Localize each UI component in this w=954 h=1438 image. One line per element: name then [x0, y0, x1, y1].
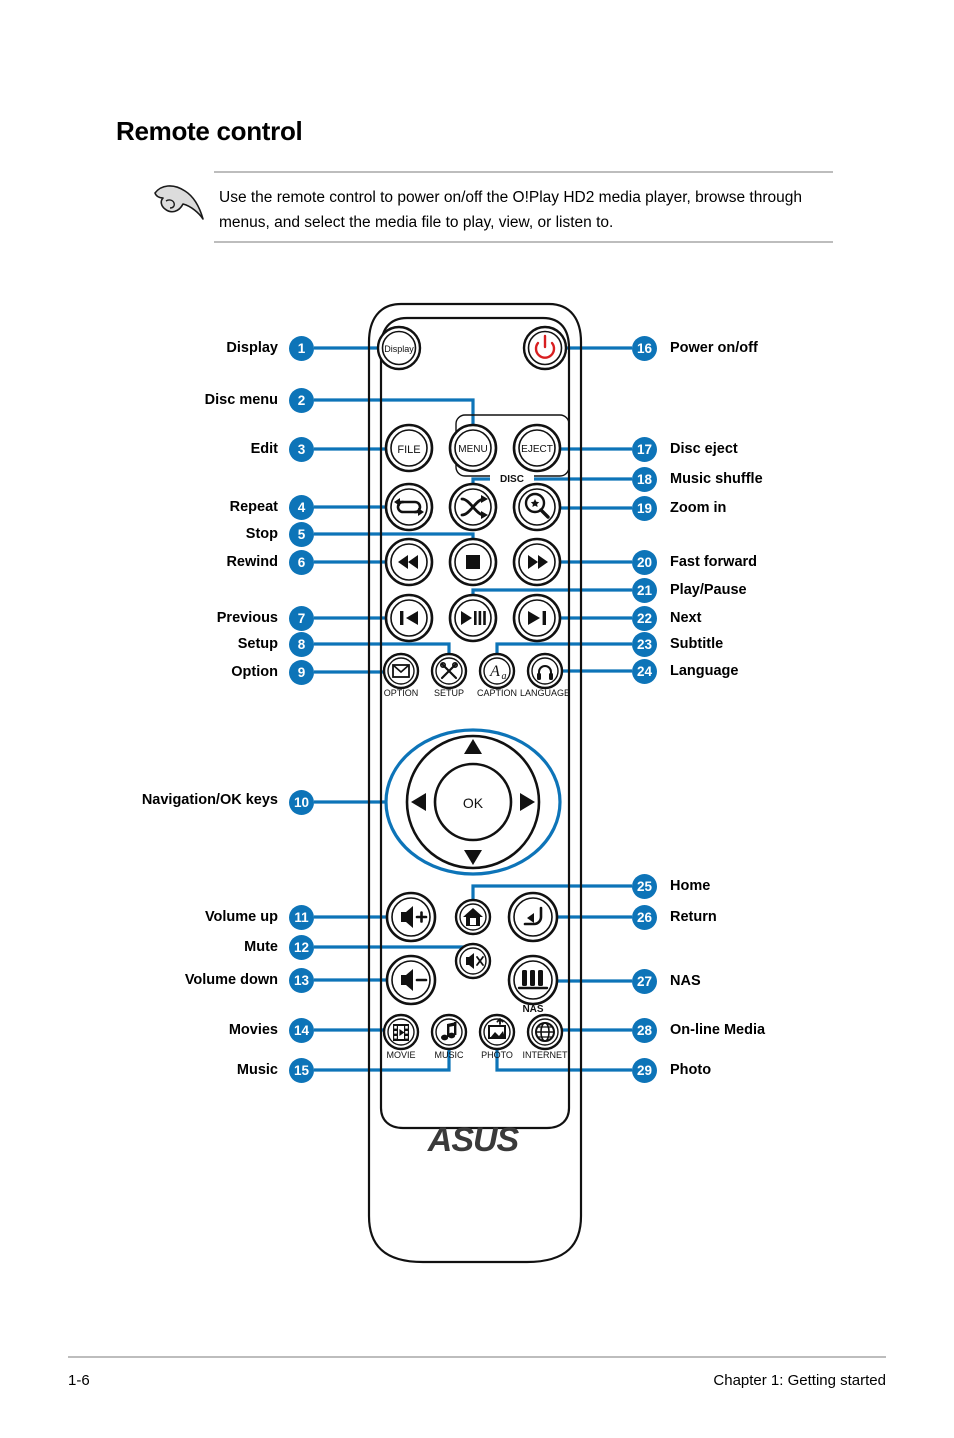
callout-label-subtitle: Subtitle [670, 636, 724, 652]
callout-label-return: Return [670, 909, 717, 925]
note-rule-bottom [214, 241, 833, 243]
callout-badge-6[interactable]: 6 [289, 550, 314, 575]
callout-badge-16[interactable]: 16 [632, 336, 657, 361]
callout-label-stop: Stop [245, 526, 278, 542]
callout-badge-28[interactable]: 28 [632, 1018, 657, 1043]
svg-text:MENU: MENU [458, 444, 487, 455]
callout-badge-12[interactable]: 12 [289, 935, 314, 960]
footer-chapter: Chapter 1: Getting started [713, 1372, 886, 1389]
callout-label-nas: NAS [670, 973, 701, 989]
callout-label-repeat: Repeat [229, 499, 278, 515]
svg-text:CAPTION: CAPTION [477, 688, 517, 698]
svg-text:LANGUAGE: LANGUAGE [520, 688, 570, 698]
callout-badge-10[interactable]: 10 [289, 790, 314, 815]
callout-label-music-shuffle: Music shuffle [670, 471, 763, 487]
remote-control-illustration: Display DISC FILE MENU EJECT OPTION SETU… [367, 296, 583, 1270]
callout-label-next: Next [670, 610, 702, 626]
callout-badge-23[interactable]: 23 [632, 632, 657, 657]
callout-label-disc-menu: Disc menu [204, 392, 278, 408]
manual-page: Remote control Use the remote control to… [0, 0, 954, 1438]
callout-label-option: Option [231, 664, 278, 680]
callout-label-volume-up: Volume up [204, 909, 278, 925]
callout-badge-15[interactable]: 15 [289, 1058, 314, 1083]
callout-label-on-line-media: On-line Media [670, 1022, 766, 1038]
svg-text:FILE: FILE [397, 444, 420, 456]
page-title: Remote control [116, 116, 303, 146]
callout-badge-13[interactable]: 13 [289, 968, 314, 993]
callout-label-photo: Photo [670, 1062, 712, 1078]
note-box: Use the remote control to power on/off t… [141, 171, 833, 243]
callout-badge-22[interactable]: 22 [632, 606, 657, 631]
callout-badge-29[interactable]: 29 [632, 1058, 657, 1083]
asus-logo: ASUS [427, 1121, 521, 1159]
footer-page-number: 1-6 [68, 1372, 90, 1389]
callout-badge-4[interactable]: 4 [289, 495, 314, 520]
callout-badge-17[interactable]: 17 [632, 437, 657, 462]
callout-label-rewind: Rewind [226, 554, 278, 570]
callout-label-language: Language [670, 663, 739, 679]
svg-text:a: a [502, 671, 507, 682]
callout-badge-26[interactable]: 26 [632, 905, 657, 930]
callout-badge-24[interactable]: 24 [632, 659, 657, 684]
callout-label-zoom-in: Zoom in [670, 500, 727, 516]
svg-text:EJECT: EJECT [521, 444, 553, 455]
callout-label-previous: Previous [216, 610, 278, 626]
callout-badge-20[interactable]: 20 [632, 550, 657, 575]
callout-badge-27[interactable]: 27 [632, 969, 657, 994]
callout-label-setup: Setup [237, 636, 278, 652]
svg-text:MUSIC: MUSIC [435, 1050, 465, 1060]
footer-rule [68, 1356, 886, 1358]
svg-text:ASUS: ASUS [427, 1121, 520, 1159]
callout-label-home: Home [670, 878, 711, 894]
callout-badge-3[interactable]: 3 [289, 437, 314, 462]
svg-text:OK: OK [463, 795, 484, 811]
svg-text:INTERNET: INTERNET [523, 1050, 569, 1060]
callout-label-movies: Movies [228, 1022, 278, 1038]
callout-badge-25[interactable]: 25 [632, 874, 657, 899]
svg-text:PHOTO: PHOTO [481, 1050, 513, 1060]
callout-badge-18[interactable]: 18 [632, 467, 657, 492]
callout-label-edit: Edit [250, 441, 278, 457]
svg-text:A: A [489, 663, 500, 680]
callout-badge-8[interactable]: 8 [289, 632, 314, 657]
svg-text:OPTION: OPTION [384, 688, 419, 698]
callout-badge-2[interactable]: 2 [289, 388, 314, 413]
note-rule-top [214, 171, 833, 173]
callout-label-disc-eject: Disc eject [670, 441, 738, 457]
callout-badge-7[interactable]: 7 [289, 606, 314, 631]
callout-label-display: Display [226, 340, 278, 356]
callout-label-fast-forward: Fast forward [670, 554, 758, 570]
callout-badge-19[interactable]: 19 [632, 496, 657, 521]
pointing-hand-icon [154, 185, 204, 220]
callout-badge-21[interactable]: 21 [632, 578, 657, 603]
note-text: Use the remote control to power on/off t… [219, 189, 802, 231]
callout-badge-9[interactable]: 9 [289, 660, 314, 685]
callout-label-power-on-off: Power on/off [670, 340, 758, 356]
callout-label-music: Music [236, 1062, 278, 1078]
callout-label-volume-down: Volume down [184, 972, 278, 988]
callout-label-mute: Mute [244, 939, 278, 955]
callout-badge-14[interactable]: 14 [289, 1018, 314, 1043]
callout-label-play-pause: Play/Pause [670, 582, 747, 598]
svg-text:SETUP: SETUP [434, 688, 464, 698]
disc-group-label: DISC [500, 474, 524, 485]
svg-text:MOVIE: MOVIE [386, 1050, 415, 1060]
callout-badge-11[interactable]: 11 [289, 905, 314, 930]
callout-badge-1[interactable]: 1 [289, 336, 314, 361]
callout-badge-5[interactable]: 5 [289, 522, 314, 547]
display-button-caption: Display [384, 344, 414, 354]
callout-label-navigation-ok-keys: Navigation/OK keys [141, 792, 278, 808]
svg-text:NAS: NAS [522, 1004, 543, 1015]
